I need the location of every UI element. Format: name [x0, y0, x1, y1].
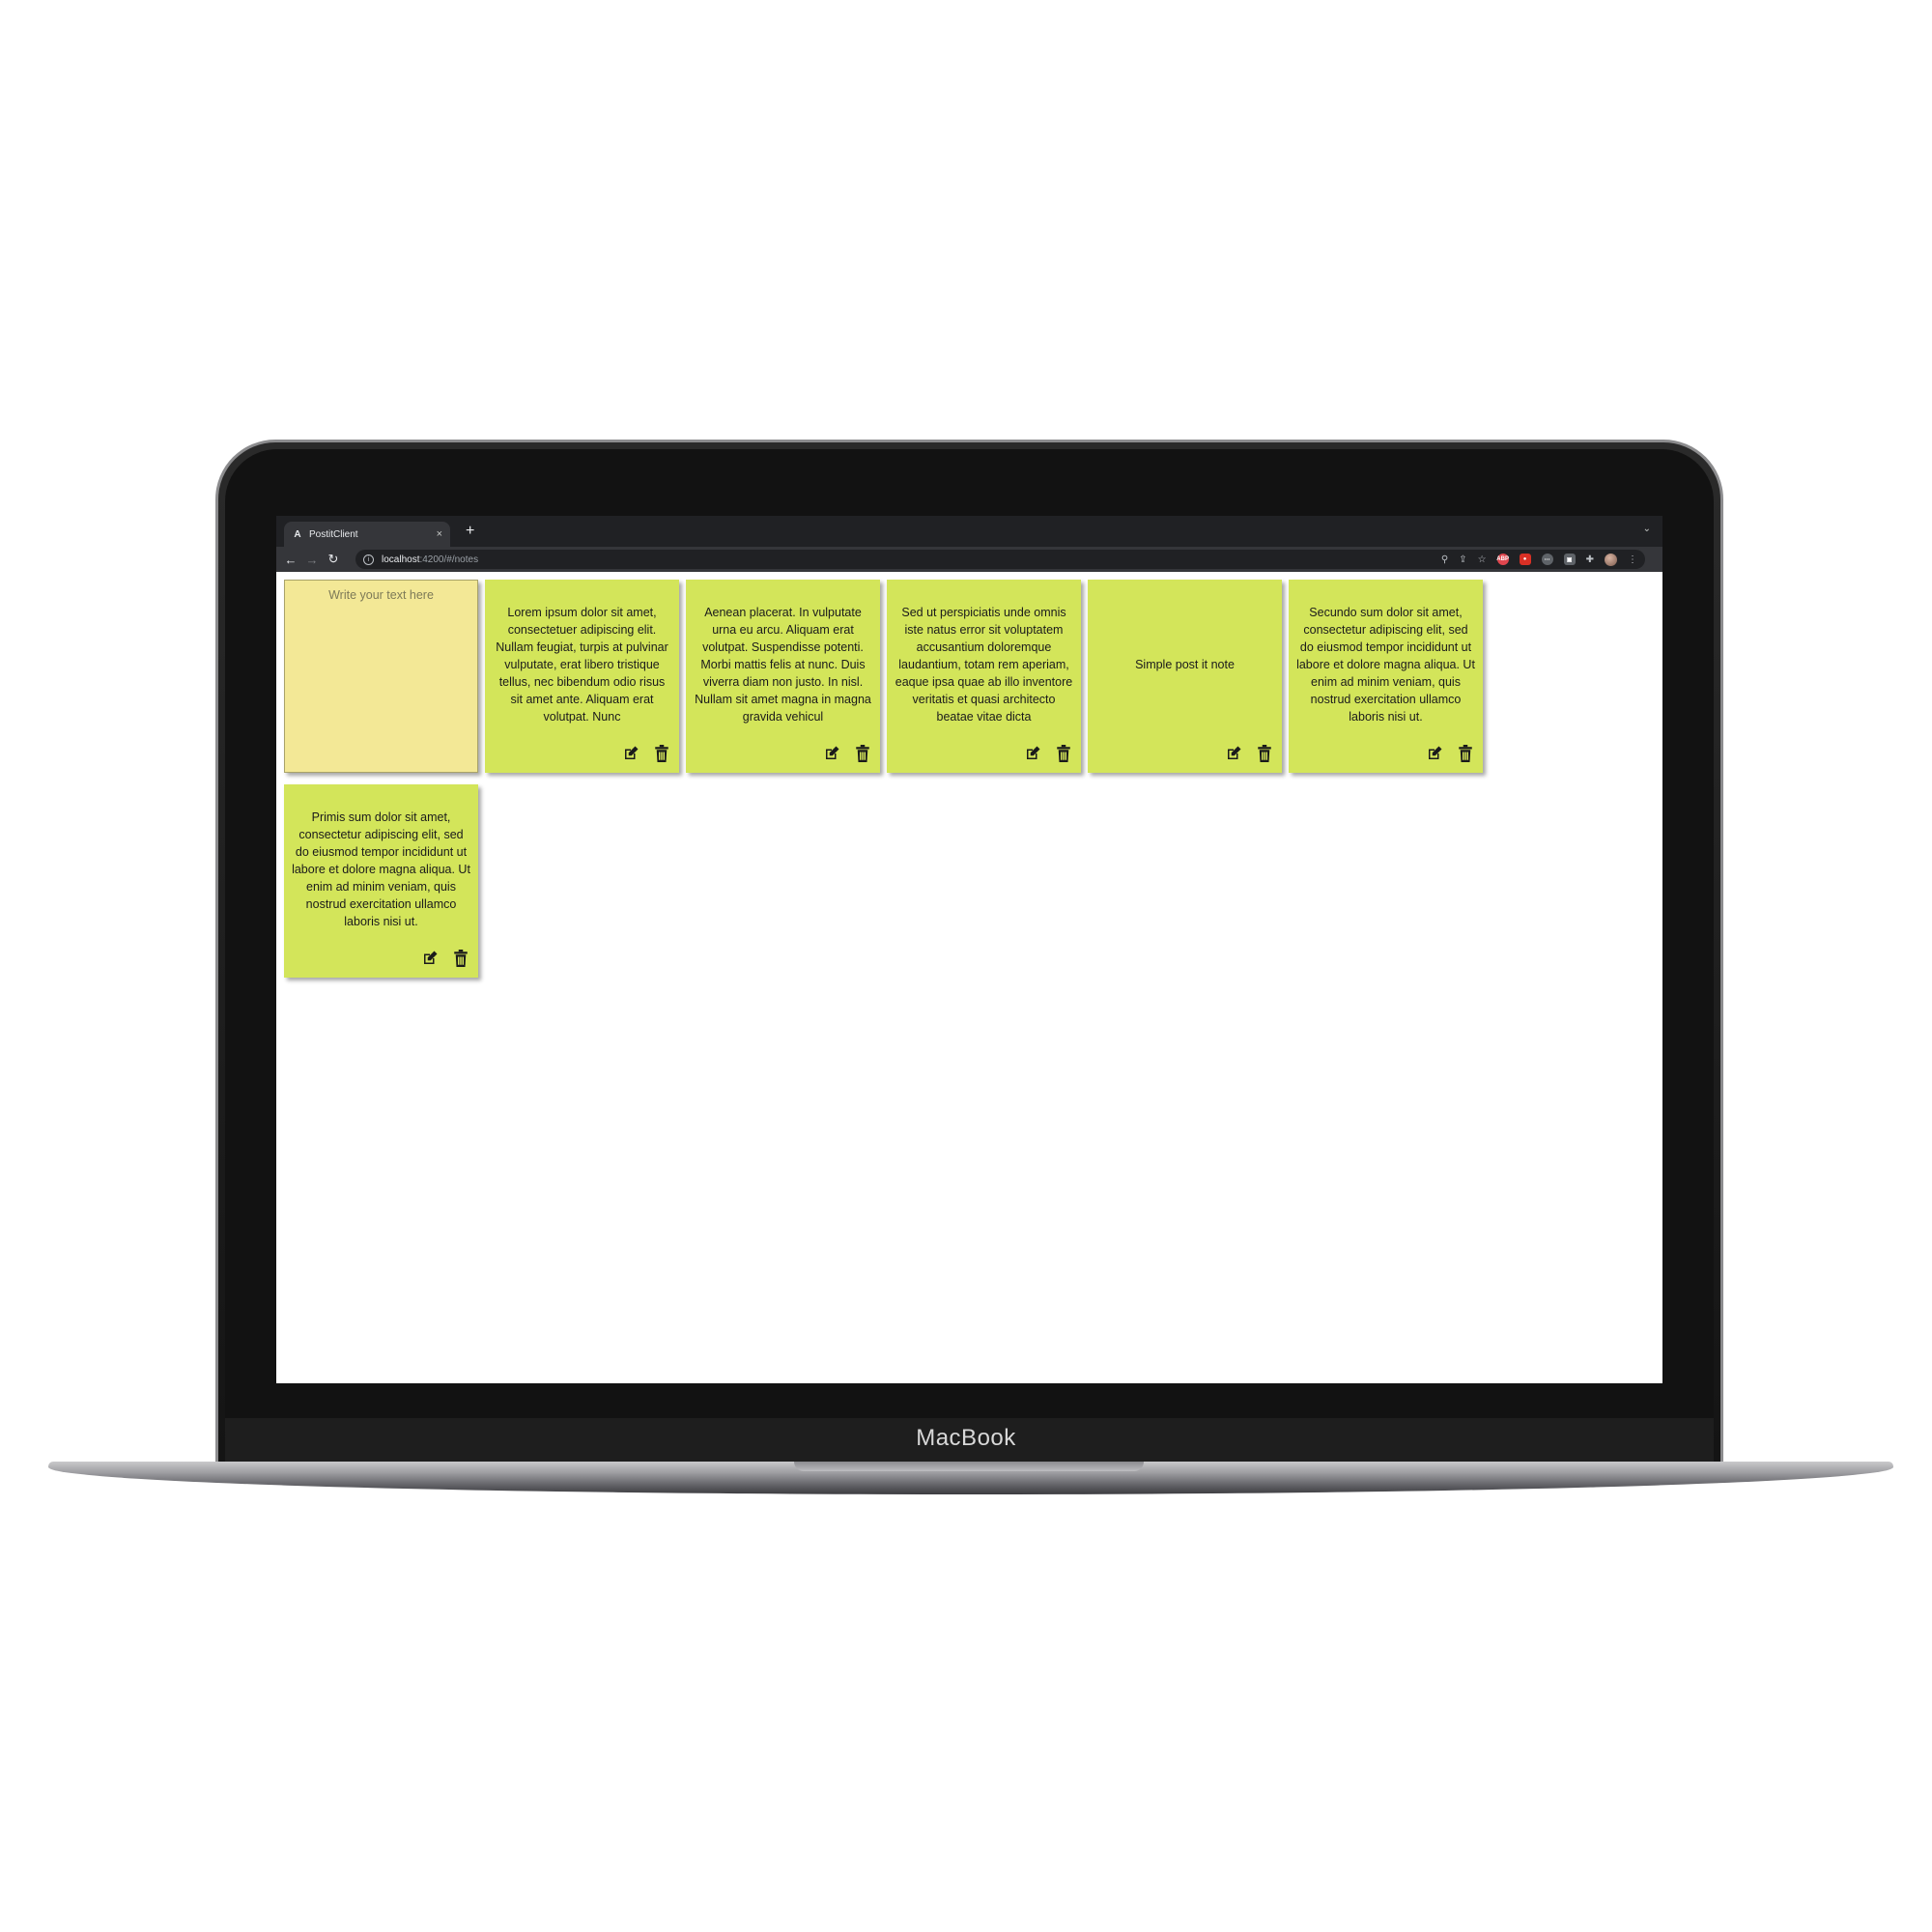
- menu-kebab-icon[interactable]: ⋮: [1628, 554, 1637, 565]
- extensions-puzzle-icon[interactable]: ✚: [1586, 554, 1594, 565]
- chat-extension-icon[interactable]: ⋯: [1541, 554, 1553, 565]
- laptop-hinge-notch: [794, 1462, 1144, 1471]
- note-actions: [420, 949, 470, 968]
- note-card: Primis sum dolor sit amet, consectetur a…: [284, 784, 478, 978]
- device-label: MacBook: [916, 1425, 1016, 1451]
- note-actions: [1023, 744, 1073, 763]
- note-card: Lorem ipsum dolor sit amet, consectetuer…: [485, 580, 679, 773]
- tab-close-icon[interactable]: ×: [437, 528, 442, 540]
- new-note-placeholder[interactable]: Write your text here: [285, 588, 477, 602]
- note-text: Lorem ipsum dolor sit amet, consectetuer…: [496, 606, 668, 724]
- bookmark-star-icon[interactable]: ☆: [1478, 554, 1487, 565]
- note-text: Secundo sum dolor sit amet, consectetur …: [1296, 606, 1475, 724]
- forward-arrow-icon[interactable]: →: [301, 553, 323, 567]
- zoom-magnifier-icon[interactable]: ⚲: [1441, 554, 1448, 565]
- trash-icon[interactable]: [652, 744, 671, 763]
- screen-recorder-icon[interactable]: ●: [1519, 554, 1531, 565]
- note-text: Aenean placerat. In vulputate urna eu ar…: [695, 606, 871, 724]
- trash-icon[interactable]: [451, 949, 470, 968]
- url-host: localhost: [382, 554, 420, 565]
- note-text: Sed ut perspiciatis unde omnis iste natu…: [895, 606, 1073, 724]
- edit-icon[interactable]: [1425, 744, 1444, 763]
- browser-toolbar: ← → ↻ i localhost :4200/#/notes ⚲ ⇪ ☆ AB…: [276, 547, 1662, 572]
- note-actions: [1224, 744, 1274, 763]
- tab-title: PostitClient: [309, 528, 358, 540]
- note-actions: [822, 744, 872, 763]
- trash-icon[interactable]: [1255, 744, 1274, 763]
- browser-tab-bar: A PostitClient × + ⌄: [276, 516, 1662, 547]
- trash-icon[interactable]: [1054, 744, 1073, 763]
- back-arrow-icon[interactable]: ←: [280, 553, 301, 567]
- edit-icon[interactable]: [1023, 744, 1042, 763]
- browser-tab[interactable]: A PostitClient ×: [284, 522, 450, 547]
- note-text: Primis sum dolor sit amet, consectetur a…: [292, 810, 470, 928]
- new-note-editor[interactable]: Write your text here: [284, 580, 478, 773]
- share-icon[interactable]: ⇪: [1459, 554, 1466, 565]
- adblock-icon[interactable]: ABP: [1496, 554, 1509, 565]
- note-card: Aenean placerat. In vulputate urna eu ar…: [686, 580, 880, 773]
- edit-icon[interactable]: [621, 744, 640, 763]
- url-path: :4200/#/notes: [419, 554, 479, 565]
- toolbar-actions: ⚲ ⇪ ☆ ABP ● ⋯ ▣ ✚ ⋮: [1441, 553, 1637, 566]
- note-actions: [1425, 744, 1475, 763]
- note-text: Simple post it note: [1135, 658, 1235, 671]
- edit-icon[interactable]: [822, 744, 841, 763]
- trash-icon[interactable]: [853, 744, 872, 763]
- edit-icon[interactable]: [1224, 744, 1243, 763]
- new-tab-button[interactable]: +: [466, 522, 474, 541]
- angular-favicon-icon: A: [294, 528, 301, 540]
- address-bar[interactable]: i localhost :4200/#/notes ⚲ ⇪ ☆ ABP ● ⋯ …: [355, 550, 1645, 569]
- note-actions: [621, 744, 671, 763]
- note-card: Simple post it note: [1088, 580, 1282, 773]
- browser-screen: A PostitClient × + ⌄ ← → ↻ i localhost :…: [276, 516, 1662, 1383]
- edit-icon[interactable]: [420, 949, 440, 968]
- note-card: Secundo sum dolor sit amet, consectetur …: [1289, 580, 1483, 773]
- id-card-extension-icon[interactable]: ▣: [1563, 554, 1576, 565]
- profile-avatar[interactable]: [1605, 553, 1617, 566]
- tab-search-chevron-icon[interactable]: ⌄: [1643, 524, 1651, 534]
- reload-icon[interactable]: ↻: [323, 552, 344, 567]
- site-info-icon[interactable]: i: [363, 554, 374, 565]
- note-card: Sed ut perspiciatis unde omnis iste natu…: [887, 580, 1081, 773]
- trash-icon[interactable]: [1456, 744, 1475, 763]
